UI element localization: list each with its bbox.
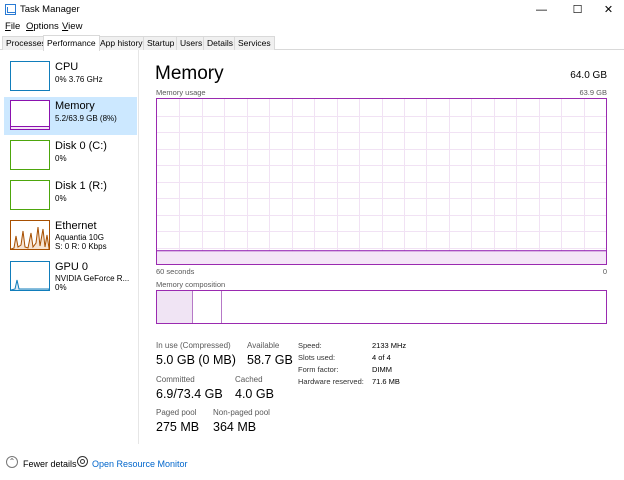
memory-usage-chart xyxy=(157,99,606,264)
fewer-details-link[interactable]: Fewer details xyxy=(23,459,77,469)
chevron-up-icon[interactable]: ⌃ xyxy=(6,456,18,468)
menu-view-label: iew xyxy=(68,21,83,32)
in-use-label: In use (Compressed) xyxy=(156,341,231,350)
non-paged-pool-value: 364 MB xyxy=(213,420,257,434)
sidebar-item-disk-0[interactable]: Disk 0 (C:) 0% xyxy=(4,137,137,175)
resource-monitor-icon[interactable] xyxy=(77,456,88,467)
paged-pool-label: Paged pool xyxy=(156,408,197,417)
sidebar-item-name: Memory xyxy=(55,100,95,112)
menu-options-label: ptions xyxy=(33,21,59,32)
graph-time-right: 0 xyxy=(602,267,607,276)
form-factor-label: Form factor: xyxy=(298,365,339,374)
tab-users[interactable]: Users xyxy=(176,36,207,50)
usage-fill xyxy=(157,250,606,264)
memory-composition-label: Memory composition xyxy=(156,280,226,289)
total-memory: 64.0 GB xyxy=(570,70,607,81)
close-button[interactable]: ✕ xyxy=(592,0,624,20)
sidebar-item-sub: 0% xyxy=(55,194,67,203)
form-factor-value: DIMM xyxy=(372,365,392,374)
memory-composition-bar xyxy=(156,290,607,324)
tab-details[interactable]: Details xyxy=(203,36,237,50)
tab-app-history[interactable]: App history xyxy=(96,36,147,50)
in-use-value: 5.0 GB (0 MB) xyxy=(156,353,236,367)
sidebar-item-name: GPU 0 xyxy=(55,261,89,273)
committed-label: Committed xyxy=(156,375,195,384)
sidebar-item-sub: 5.2/63.9 GB (8%) xyxy=(55,114,117,123)
memory-usage-graph xyxy=(156,98,607,265)
gpu-thumbnail-graph xyxy=(10,261,50,291)
cached-label: Cached xyxy=(235,375,263,384)
speed-label: Speed: xyxy=(298,341,322,350)
disk1-thumbnail-graph xyxy=(10,180,50,210)
cached-value: 4.0 GB xyxy=(235,387,274,401)
slots-used-value: 4 of 4 xyxy=(372,353,391,362)
sidebar-item-sub: 0% 3.76 GHz xyxy=(55,75,103,84)
sidebar-item-sub: 0% xyxy=(55,154,67,163)
sidebar-item-memory[interactable]: Memory 5.2/63.9 GB (8%) xyxy=(4,97,137,135)
committed-value: 6.9/73.4 GB xyxy=(156,387,223,401)
non-paged-pool-label: Non-paged pool xyxy=(213,408,270,417)
sidebar-item-sub2: 0% xyxy=(55,283,67,292)
sidebar-item-name: CPU xyxy=(55,61,79,73)
composition-in-use xyxy=(157,291,193,323)
sidebar-item-name: Disk 1 (R:) xyxy=(55,180,107,192)
memory-usage-max: 63.9 GB xyxy=(579,88,607,97)
hardware-reserved-label: Hardware reserved: xyxy=(298,377,364,386)
sidebar-item-ethernet[interactable]: Ethernet Aquantia 10G S: 0 R: 0 Kbps xyxy=(4,217,137,255)
sidebar-item-name: Disk 0 (C:) xyxy=(55,140,107,152)
task-manager-icon xyxy=(5,4,16,15)
hardware-reserved-value: 71.6 MB xyxy=(372,377,400,386)
maximize-button[interactable]: ☐ xyxy=(561,0,594,20)
menu-file[interactable]: File xyxy=(5,21,20,32)
minimize-button[interactable]: — xyxy=(525,0,558,20)
ethernet-thumbnail-graph xyxy=(10,220,50,250)
paged-pool-value: 275 MB xyxy=(156,420,200,434)
sidebar-item-sub2: S: 0 R: 0 Kbps xyxy=(55,242,107,251)
tab-performance[interactable]: Performance xyxy=(43,35,100,51)
window-title: Task Manager xyxy=(20,4,80,15)
sidebar-item-sub: Aquantia 10G xyxy=(55,233,104,242)
sidebar-item-sub: NVIDIA GeForce R... xyxy=(55,274,130,283)
memory-thumbnail-graph xyxy=(10,100,50,130)
available-value: 58.7 GB xyxy=(247,353,293,367)
open-resource-monitor-link[interactable]: Open Resource Monitor xyxy=(92,459,188,469)
sidebar-item-gpu-0[interactable]: GPU 0 NVIDIA GeForce R... 0% xyxy=(4,258,137,296)
disk0-thumbnail-graph xyxy=(10,140,50,170)
graph-time-left: 60 seconds xyxy=(156,267,195,276)
sidebar-item-name: Ethernet xyxy=(55,220,97,232)
tab-startup[interactable]: Startup xyxy=(143,36,179,50)
memory-usage-label: Memory usage xyxy=(156,88,206,97)
menu-file-label: ile xyxy=(10,21,21,32)
available-label: Available xyxy=(247,341,280,350)
composition-standby xyxy=(194,291,222,323)
sidebar-divider xyxy=(138,50,139,444)
cpu-thumbnail-graph xyxy=(10,61,50,91)
menu-options[interactable]: Options xyxy=(26,21,59,32)
speed-value: 2133 MHz xyxy=(372,341,407,350)
sidebar-item-disk-1[interactable]: Disk 1 (R:) 0% xyxy=(4,177,137,215)
page-title: Memory xyxy=(155,63,224,84)
sidebar-item-cpu[interactable]: CPU 0% 3.76 GHz xyxy=(4,58,137,96)
slots-used-label: Slots used: xyxy=(298,353,336,362)
menu-view[interactable]: View xyxy=(62,21,82,32)
tab-services[interactable]: Services xyxy=(234,36,275,50)
